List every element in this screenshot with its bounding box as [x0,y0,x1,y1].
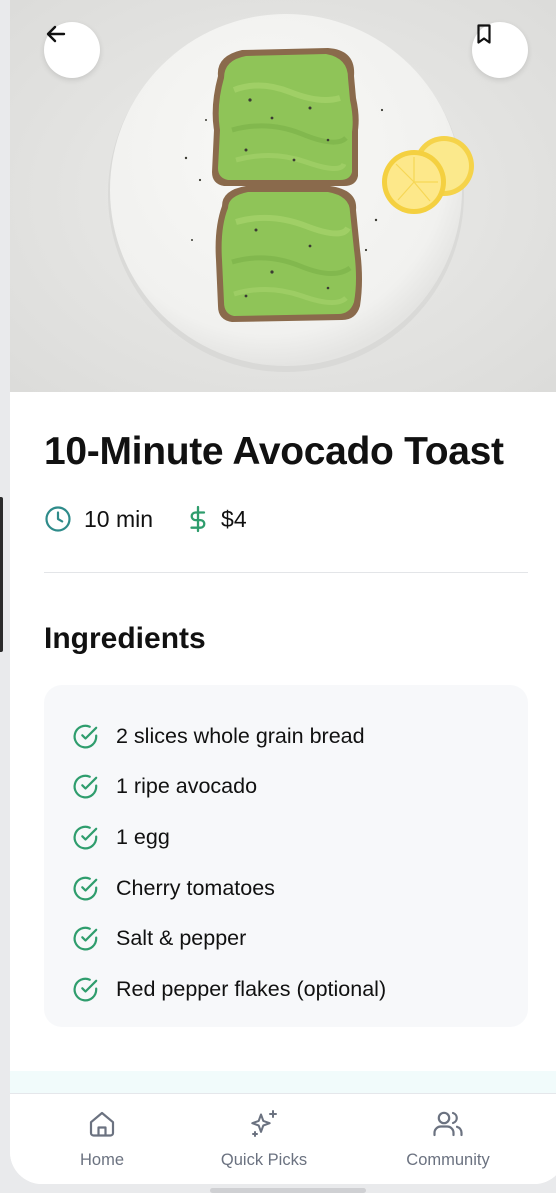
ingredients-heading: Ingredients [44,622,206,655]
dollar-icon [190,505,206,533]
time-info: 10 min [44,505,153,533]
ingredient-item: Salt & pepper [72,913,386,964]
home-indicator[interactable] [210,1188,366,1193]
back-button[interactable] [44,22,100,78]
ingredient-label: 2 slices whole grain bread [116,723,365,748]
tab-quick-picks-label: Quick Picks [220,1151,308,1169]
ingredients-card: 2 slices whole grain bread 1 ripe avocad… [44,685,528,1027]
home-icon [89,1111,115,1137]
ingredient-item: 1 egg [72,812,386,863]
ingredients-list: 2 slices whole grain bread 1 ripe avocad… [72,711,386,1015]
recipe-meta: 10 min $4 [44,504,247,534]
check-circle-icon [73,775,98,799]
phone-screen: 10-Minute Avocado Toast 10 min $4 Ingred… [10,0,556,1184]
check-circle-icon [73,926,98,951]
bookmark-icon [477,24,491,44]
ingredient-label: 1 egg [116,824,170,849]
check-circle-icon [73,876,98,900]
check-circle-icon [73,977,98,1002]
tab-community-label: Community [406,1151,490,1169]
bookmark-button[interactable] [472,22,528,78]
sparkles-icon [251,1110,277,1137]
bottom-tab-bar: Home Quick Picks Community [10,1093,556,1184]
ingredient-item: Red pepper flakes (optional) [72,964,386,1015]
check-circle-icon [73,724,98,749]
ingredient-label: Red pepper flakes (optional) [116,976,387,1001]
tab-home-label: Home [79,1151,124,1169]
tab-home[interactable]: Home [67,1108,137,1170]
arrow-left-icon [46,25,66,43]
recipe-title: 10-Minute Avocado Toast [44,430,504,473]
cost-value: $4 [221,505,247,532]
ingredient-label: Salt & pepper [116,926,247,951]
ingredient-label: Cherry tomatoes [116,875,275,900]
clock-icon [45,506,71,532]
time-value: 10 min [84,505,154,532]
cost-info: $4 [187,505,247,533]
tab-community[interactable]: Community [393,1108,503,1170]
ingredient-item: 2 slices whole grain bread [72,711,386,762]
recipe-hero-image [10,0,556,392]
window-edge [0,497,3,652]
ingredient-item: Cherry tomatoes [72,863,386,914]
check-circle-icon [73,825,98,850]
tab-quick-picks[interactable]: Quick Picks [209,1108,319,1170]
ingredient-item: 1 ripe avocado [72,762,386,813]
ingredient-label: 1 ripe avocado [116,774,258,799]
users-icon [433,1111,463,1137]
section-divider [44,572,528,573]
next-section-edge [10,1071,556,1094]
